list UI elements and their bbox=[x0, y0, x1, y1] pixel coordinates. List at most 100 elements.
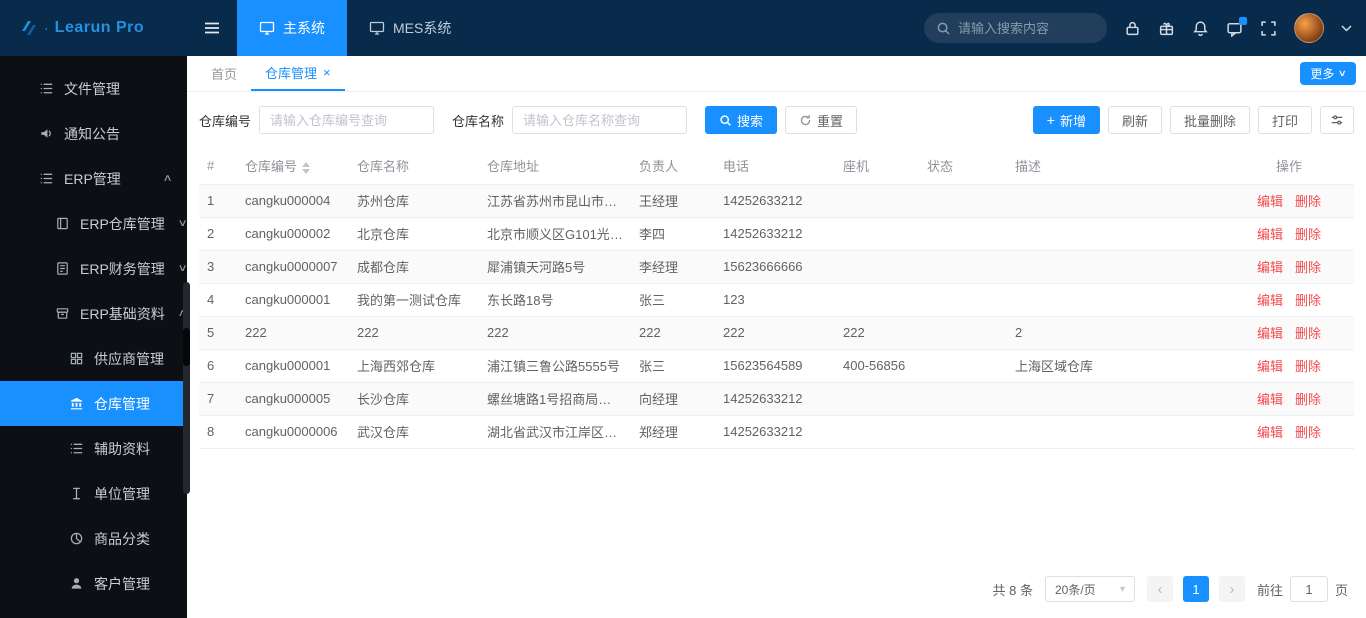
cell-landline: 222 bbox=[835, 316, 919, 350]
sidebar-item-label: ERP财务管理 bbox=[80, 260, 165, 277]
nav-mes-system[interactable]: MES系统 bbox=[347, 0, 473, 56]
batch-delete-label: 批量删除 bbox=[1183, 113, 1236, 129]
tab-warehouse-management[interactable]: 仓库管理 × bbox=[251, 56, 345, 91]
print-button[interactable]: 打印 bbox=[1257, 106, 1312, 134]
cell-manager: 222 bbox=[631, 316, 715, 350]
sidebar-item-erp-basedata[interactable]: ERP基础资料 ∧ bbox=[0, 291, 187, 336]
delete-link[interactable]: 删除 bbox=[1295, 194, 1321, 209]
prev-page-button[interactable]: ‹ bbox=[1146, 576, 1173, 602]
add-button[interactable]: + 新增 bbox=[1032, 106, 1100, 134]
cell-landline bbox=[835, 382, 919, 416]
delete-link[interactable]: 删除 bbox=[1295, 260, 1321, 275]
cell-address: 犀浦镇天河路5号 bbox=[479, 250, 631, 284]
edit-link[interactable]: 编辑 bbox=[1257, 227, 1283, 242]
sidebar-scrollbar-track[interactable] bbox=[183, 282, 190, 494]
delete-link[interactable]: 删除 bbox=[1295, 326, 1321, 341]
delete-link[interactable]: 删除 bbox=[1295, 293, 1321, 308]
cell-desc bbox=[1007, 250, 1224, 284]
search-button[interactable]: 搜索 bbox=[705, 106, 778, 134]
fullscreen-icon[interactable] bbox=[1260, 20, 1277, 37]
avatar[interactable] bbox=[1294, 13, 1324, 43]
bell-icon[interactable] bbox=[1192, 20, 1209, 37]
sidebar-item-erp-finance[interactable]: ERP财务管理 ∨ bbox=[0, 246, 187, 291]
col-name: 仓库名称 bbox=[349, 148, 479, 185]
cell-manager: 李经理 bbox=[631, 250, 715, 284]
cell-phone: 123 bbox=[715, 283, 835, 317]
page-size-select[interactable]: 20条/页 ▾ bbox=[1044, 576, 1135, 602]
goto-page-input[interactable] bbox=[1289, 576, 1328, 602]
col-address: 仓库地址 bbox=[479, 148, 631, 185]
delete-link[interactable]: 删除 bbox=[1295, 359, 1321, 374]
cell-status bbox=[919, 349, 1007, 383]
sidebar-item-notice[interactable]: 通知公告 bbox=[0, 111, 187, 156]
sidebar-item-file-management[interactable]: 文件管理 bbox=[0, 66, 187, 111]
sidebar-item-label: 客户管理 bbox=[94, 575, 150, 592]
tab-home[interactable]: 首页 bbox=[197, 56, 251, 91]
goto-label: 前往 bbox=[1256, 582, 1283, 598]
more-label: 更多 bbox=[1310, 67, 1335, 81]
cell-code: cangku0000006 bbox=[237, 415, 349, 449]
cell-code: cangku000001 bbox=[237, 283, 349, 317]
sidebar-item-unit[interactable]: 单位管理 bbox=[0, 471, 187, 516]
col-index: # bbox=[199, 148, 237, 185]
grid-icon bbox=[68, 351, 84, 367]
sidebar-item-label: ERP管理 bbox=[64, 170, 121, 187]
sidebar-item-erp[interactable]: ERP管理 ∧ bbox=[0, 156, 187, 201]
delete-link[interactable]: 删除 bbox=[1295, 392, 1321, 407]
sidebar-item-warehouse[interactable]: 仓库管理 bbox=[0, 381, 187, 426]
edit-link[interactable]: 编辑 bbox=[1257, 293, 1283, 308]
sidebar-item-label: 文件管理 bbox=[64, 80, 120, 97]
list-icon bbox=[68, 441, 84, 457]
next-page-button[interactable]: › bbox=[1218, 576, 1245, 602]
reset-button[interactable]: 重置 bbox=[785, 106, 858, 134]
sidebar-item-label: ERP基础资料 bbox=[80, 305, 165, 322]
cell-code: cangku000001 bbox=[237, 349, 349, 383]
edit-link[interactable]: 编辑 bbox=[1257, 194, 1283, 209]
edit-link[interactable]: 编辑 bbox=[1257, 260, 1283, 275]
sort-icon[interactable] bbox=[302, 161, 311, 174]
sidebar-item-auxiliary[interactable]: 辅助资料 bbox=[0, 426, 187, 471]
sidebar-item-erp-warehouse[interactable]: ERP仓库管理 ∨ bbox=[0, 201, 187, 246]
pagination-bar: 共 8 条 20条/页 ▾ ‹ 1 › 前往 页 bbox=[199, 564, 1354, 612]
column-settings-button[interactable] bbox=[1320, 106, 1354, 134]
nav-main-system[interactable]: 主系统 bbox=[237, 0, 347, 56]
warehouse-code-input[interactable] bbox=[259, 106, 435, 134]
edit-link[interactable]: 编辑 bbox=[1257, 359, 1283, 374]
menu-toggle-button[interactable] bbox=[187, 0, 237, 56]
cell-landline bbox=[835, 415, 919, 449]
delete-link[interactable]: 删除 bbox=[1295, 227, 1321, 242]
sidebar-item-supplier[interactable]: 供应商管理 bbox=[0, 336, 187, 381]
edit-link[interactable]: 编辑 bbox=[1257, 425, 1283, 440]
edit-link[interactable]: 编辑 bbox=[1257, 392, 1283, 407]
refresh-button[interactable]: 刷新 bbox=[1107, 106, 1162, 134]
col-code[interactable]: 仓库编号 bbox=[237, 148, 349, 185]
edit-link[interactable]: 编辑 bbox=[1257, 326, 1283, 341]
cell-desc bbox=[1007, 217, 1224, 251]
theme-icon[interactable] bbox=[1158, 20, 1175, 37]
header-search-input[interactable] bbox=[958, 20, 1088, 36]
lock-icon[interactable] bbox=[1124, 20, 1141, 37]
user-menu-chevron-icon[interactable] bbox=[1341, 24, 1352, 32]
sidebar-item-customer[interactable]: 客户管理 bbox=[0, 561, 187, 606]
page-number-button[interactable]: 1 bbox=[1182, 576, 1209, 602]
message-icon[interactable] bbox=[1226, 16, 1247, 37]
refresh-label: 刷新 bbox=[1121, 113, 1148, 129]
cell-index: 4 bbox=[199, 283, 237, 317]
message-badge bbox=[1239, 16, 1247, 25]
prev-icon: ‹ bbox=[1157, 580, 1163, 598]
delete-link[interactable]: 删除 bbox=[1295, 425, 1321, 440]
cell-name: 北京仓库 bbox=[349, 217, 479, 251]
sidebar-scrollbar-thumb[interactable] bbox=[183, 328, 190, 366]
cell-name: 上海西郊仓库 bbox=[349, 349, 479, 383]
speaker-icon bbox=[38, 126, 54, 142]
batch-delete-button[interactable]: 批量删除 bbox=[1169, 106, 1250, 134]
close-icon[interactable]: × bbox=[323, 66, 331, 79]
tab-label: 首页 bbox=[211, 67, 238, 82]
cell-status bbox=[919, 184, 1007, 218]
total-count: 共 8 条 bbox=[992, 582, 1033, 598]
more-button[interactable]: 更多 ∨ bbox=[1300, 62, 1356, 85]
sidebar-item-category[interactable]: 商品分类 bbox=[0, 516, 187, 561]
warehouse-name-input[interactable] bbox=[512, 106, 688, 134]
col-manager: 负责人 bbox=[631, 148, 715, 185]
cell-code: cangku000004 bbox=[237, 184, 349, 218]
